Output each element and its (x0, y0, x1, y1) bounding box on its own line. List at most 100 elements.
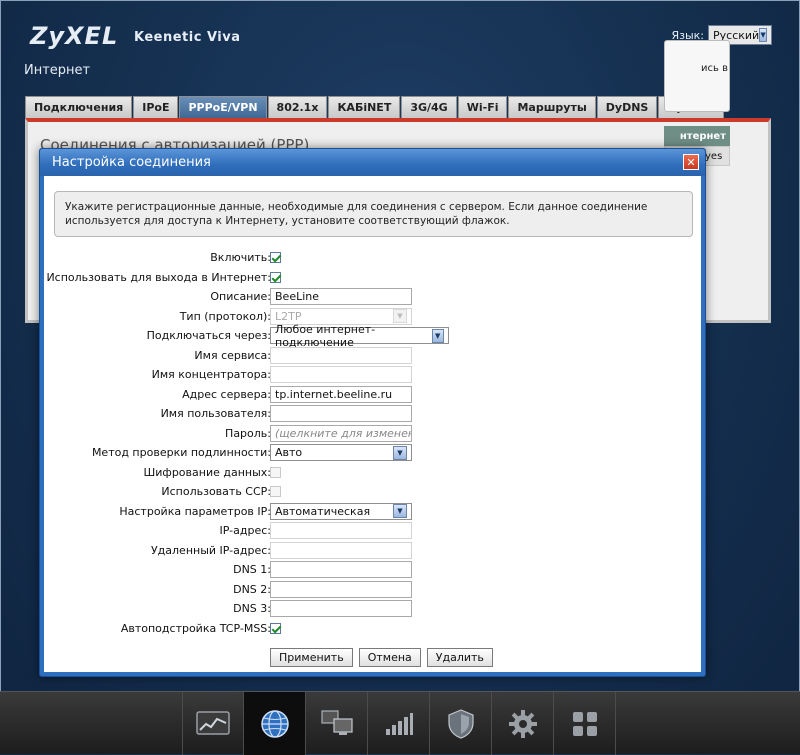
taskbar-item-home-network[interactable] (306, 692, 368, 755)
ccp-checkbox[interactable] (270, 486, 281, 497)
connection-settings-dialog: Настройка соединения ✕ Укажите регистрац… (39, 148, 706, 677)
username-input[interactable] (270, 405, 412, 422)
enable-label: Включить: (210, 251, 271, 264)
form-row-dns2: DNS 2: (44, 580, 701, 601)
tab-connections[interactable]: Подключения (25, 96, 133, 118)
gear-icon (508, 709, 537, 738)
chevron-down-icon[interactable]: ▼ (759, 28, 767, 42)
chevron-down-icon[interactable]: ▼ (393, 309, 407, 323)
ip-settings-value: Автоматическая (275, 504, 371, 518)
zyxel-logo: ZyXEL (30, 22, 119, 50)
dialog-buttons: Применить Отмена Удалить (270, 648, 493, 667)
bottom-taskbar (0, 691, 800, 755)
ip-settings-label: Настройка параметров IP: (119, 504, 271, 518)
cancel-button[interactable]: Отмена (358, 648, 421, 667)
chevron-down-icon[interactable]: ▼ (431, 328, 444, 343)
form-row-use-internet: Использовать для выхода в Интернет: (44, 269, 701, 289)
password-label: Пароль: (225, 426, 271, 440)
form-row-username: Имя пользователя: (44, 405, 701, 425)
tab-wifi[interactable]: Wi-Fi (457, 96, 508, 118)
encryption-label: Шифрование данных: (143, 465, 272, 479)
taskbar-items (182, 692, 616, 755)
ip-address-label: IP-адрес: (219, 524, 271, 537)
auth-method-label: Метод проверки подлинности: (91, 446, 271, 459)
tab-3g-4g[interactable]: 3G/4G (401, 96, 457, 118)
protocol-value: L2TP (275, 309, 302, 323)
auth-method-select[interactable]: Авто ▼ (270, 444, 412, 461)
form-row-encryption: Шифрование данных: (44, 464, 701, 484)
form-row-description: Описание: BeeLine (44, 288, 701, 308)
background-note-text: ись в (701, 63, 728, 74)
tab-bar: Подключения IPoE PPPoE/VPN 802.1x КАБiNE… (25, 96, 725, 118)
dns1-input[interactable] (270, 561, 412, 578)
form-row-password: Пароль: (щелкните для изменения) (44, 424, 701, 445)
protocol-label: Тип (протокол): (179, 309, 271, 323)
server-input[interactable]: tp.internet.beeline.ru (270, 385, 412, 403)
tab-802-1x[interactable]: 802.1x (267, 96, 328, 118)
page-title: Интернет (24, 63, 91, 78)
chevron-down-icon[interactable]: ▼ (393, 504, 407, 518)
ip-address-input[interactable] (270, 522, 412, 539)
username-label: Имя пользователя: (160, 407, 271, 420)
remote-ip-label: Удаленный IP-адрес: (150, 543, 271, 557)
use-internet-label: Использовать для выхода в Интернет: (46, 270, 271, 284)
tab-ipoe[interactable]: IPoE (133, 96, 179, 118)
info-message: Укажите регистрационные данные, необходи… (54, 191, 693, 237)
connection-form: Включить: Использовать для выхода в Инте… (44, 249, 701, 639)
connect-via-select[interactable]: Любое интернет-подключение ▼ (270, 323, 449, 349)
globe-icon (260, 709, 289, 738)
taskbar-item-system[interactable] (492, 692, 554, 755)
form-row-ip-address: IP-адрес: (44, 522, 701, 542)
form-row-connect-via: Подключаться через: Любое интернет-подкл… (44, 323, 701, 349)
connect-via-label: Подключаться через: (146, 329, 271, 342)
apply-button[interactable]: Применить (270, 648, 353, 667)
service-name-label: Имя сервиса: (194, 348, 271, 362)
chevron-down-icon[interactable]: ▼ (393, 445, 407, 460)
dialog-title: Настройка соединения (52, 155, 211, 170)
form-row-ip-settings: Настройка параметров IP: Автоматическая … (44, 502, 701, 523)
taskbar-item-internet[interactable] (244, 692, 306, 755)
form-row-service-name: Имя сервиса: (44, 346, 701, 367)
tab-pppoe-vpn[interactable]: PPPoE/VPN (179, 96, 267, 118)
remote-ip-input[interactable] (270, 541, 412, 559)
dialog-body: Укажите регистрационные данные, необходи… (44, 176, 701, 672)
tab-dydns[interactable]: DyDNS (596, 96, 658, 118)
description-input[interactable]: BeeLine (270, 288, 412, 305)
tab-routes[interactable]: Маршруты (508, 96, 596, 118)
encryption-checkbox[interactable] (270, 466, 281, 478)
auth-method-value: Авто (275, 446, 303, 459)
taskbar-item-security[interactable] (430, 692, 492, 755)
dns3-input[interactable] (270, 600, 412, 617)
form-row-server: Адрес сервера: tp.internet.beeline.ru (44, 385, 701, 406)
ip-settings-select[interactable]: Автоматическая ▼ (270, 502, 412, 520)
connect-via-value: Любое интернет-подключение (275, 322, 376, 349)
concentrator-input[interactable] (270, 366, 412, 383)
enable-checkbox[interactable] (270, 252, 281, 263)
form-row-ccp: Использовать CCP: (44, 483, 701, 503)
form-row-auth-method: Метод проверки подлинности: Авто ▼ (44, 444, 701, 464)
chart-icon (196, 710, 230, 735)
shield-icon (447, 708, 474, 739)
form-row-dns3: DNS 3: (44, 600, 701, 620)
taskbar-item-monitor[interactable] (182, 692, 244, 755)
dialog-titlebar[interactable]: Настройка соединения ✕ (40, 149, 705, 176)
background-table-header: нтернет (664, 126, 730, 146)
tcp-mss-checkbox[interactable] (270, 622, 281, 634)
form-row-remote-ip: Удаленный IP-адрес: (44, 541, 701, 562)
ccp-label: Использовать CCP: (161, 485, 271, 498)
use-internet-checkbox[interactable] (270, 271, 281, 283)
description-label: Описание: (210, 290, 271, 303)
close-icon[interactable]: ✕ (683, 154, 699, 170)
tab-kabinet[interactable]: КАБiNET (328, 96, 401, 118)
concentrator-label: Имя концентратора: (151, 368, 271, 381)
taskbar-item-applications[interactable] (554, 692, 616, 755)
product-name: Keenetic Viva (134, 30, 241, 45)
server-label: Адрес сервера: (182, 387, 271, 401)
dns2-input[interactable] (270, 580, 412, 598)
delete-button[interactable]: Удалить (426, 648, 493, 667)
network-icon (320, 709, 353, 735)
taskbar-item-wifi[interactable] (368, 692, 430, 755)
service-name-input[interactable] (270, 346, 412, 364)
form-row-tcp-mss: Автоподстройка TCP-MSS: (44, 620, 701, 640)
password-input[interactable]: (щелкните для изменения) (270, 424, 412, 442)
